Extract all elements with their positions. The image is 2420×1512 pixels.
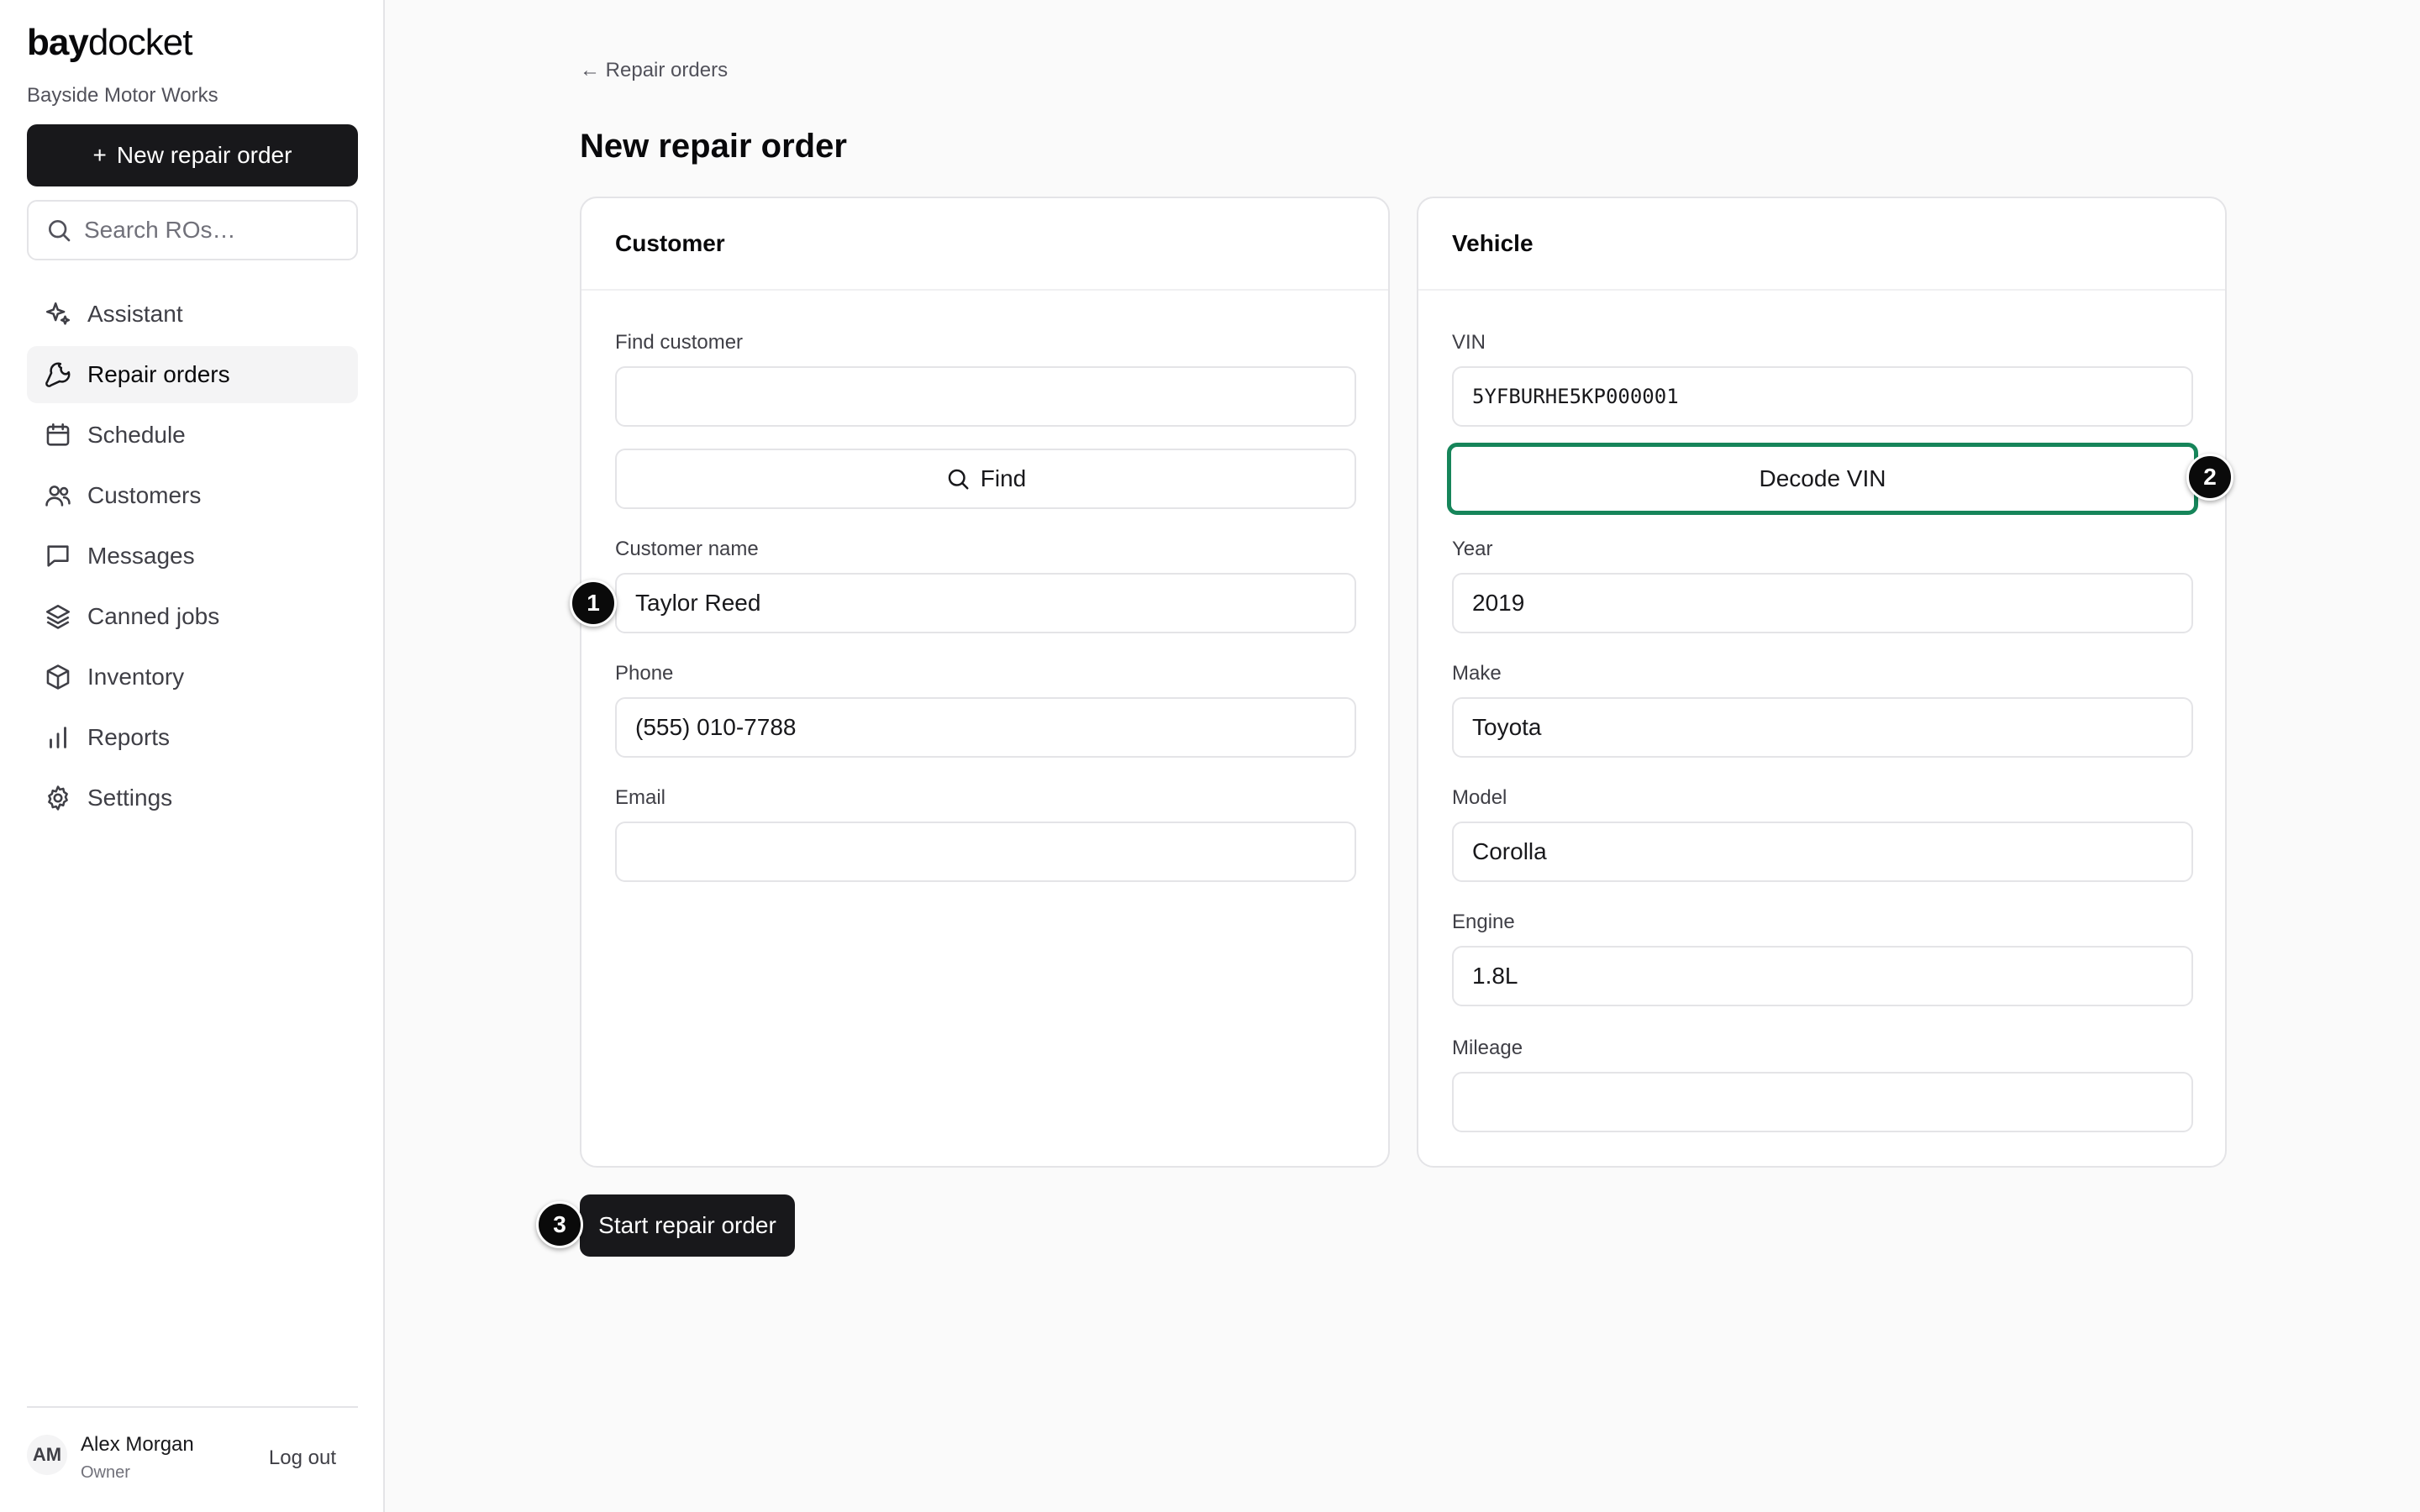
sidebar-item-label: Inventory: [87, 664, 185, 690]
make-input[interactable]: [1452, 697, 2193, 758]
user-area: AM Alex Morgan Owner Log out: [27, 1406, 358, 1490]
sidebar-nav: Assistant Repair orders Schedule Custome…: [27, 286, 358, 830]
search-input[interactable]: [84, 217, 353, 244]
search-icon: [49, 220, 71, 242]
model-label: Model: [1452, 786, 1507, 809]
mileage-label: Mileage: [1452, 1037, 1523, 1059]
sidebar-item-messages[interactable]: Messages: [27, 528, 358, 585]
bar-chart-icon: [50, 727, 66, 748]
layers-icon: [45, 604, 71, 629]
mileage-input[interactable]: [1452, 1072, 2193, 1132]
vin-label: VIN: [1452, 331, 1486, 354]
search-box[interactable]: [27, 200, 358, 260]
back-to-repair-orders-link[interactable]: ← Repair orders: [580, 59, 728, 82]
year-label: Year: [1452, 538, 1493, 560]
sidebar-item-repair-orders[interactable]: Repair orders: [27, 346, 358, 403]
new-repair-order-button[interactable]: + New repair order: [27, 124, 358, 186]
customer-card-title: Customer: [581, 198, 1388, 291]
sidebar-item-label: Assistant: [87, 301, 183, 327]
engine-label: Engine: [1452, 911, 1515, 933]
user-role: Owner: [81, 1463, 130, 1482]
start-repair-order-button[interactable]: Start repair order: [580, 1194, 795, 1257]
plus-icon: +: [92, 142, 107, 168]
model-input[interactable]: [1452, 822, 2193, 882]
sidebar-item-inventory[interactable]: Inventory: [27, 648, 358, 706]
sidebar: baydocket Bayside Motor Works + New repa…: [0, 0, 385, 1512]
message-icon: [47, 545, 69, 567]
customer-card: Customer Find customer Find Customer nam…: [580, 197, 1390, 1168]
brand-logo[interactable]: baydocket: [27, 22, 192, 64]
search-icon: [948, 469, 969, 490]
sidebar-item-label: Messages: [87, 543, 195, 569]
sidebar-item-canned-jobs[interactable]: Canned jobs: [27, 588, 358, 645]
step-marker-1: 1: [570, 580, 617, 627]
vehicle-card: Vehicle VIN Decode VIN Year Make Model E…: [1417, 197, 2227, 1168]
new-repair-order-label: New repair order: [116, 142, 292, 168]
customer-name-label: Customer name: [615, 538, 759, 560]
avatar: AM: [27, 1435, 67, 1475]
wrench-icon: [45, 362, 71, 387]
sidebar-item-customers[interactable]: Customers: [27, 467, 358, 524]
sidebar-item-reports[interactable]: Reports: [27, 709, 358, 766]
step-marker-2: 2: [2186, 454, 2233, 501]
sidebar-item-schedule[interactable]: Schedule: [27, 407, 358, 464]
phone-label: Phone: [615, 662, 674, 685]
shop-name: Bayside Motor Works: [27, 84, 218, 107]
engine-input[interactable]: [1452, 946, 2193, 1006]
logout-button[interactable]: Log out: [269, 1446, 336, 1470]
brand-light: docket: [87, 22, 193, 63]
email-label: Email: [615, 786, 666, 809]
phone-input[interactable]: [615, 697, 1356, 758]
find-customer-button[interactable]: Find: [615, 449, 1356, 509]
decode-vin-label: Decode VIN: [1759, 465, 1886, 491]
find-customer-label: Find customer: [615, 331, 744, 354]
users-icon: [45, 486, 71, 507]
brand-bold: bay: [27, 22, 89, 63]
sparkles-icon: [45, 302, 71, 325]
sidebar-item-label: Reports: [87, 724, 171, 750]
decode-vin-button[interactable]: Decode VIN: [1447, 443, 2198, 515]
make-label: Make: [1452, 662, 1502, 685]
vin-input[interactable]: [1452, 366, 2193, 427]
sidebar-item-label: Repair orders: [87, 361, 230, 387]
vehicle-card-title: Vehicle: [1418, 198, 2225, 291]
calendar-icon: [46, 423, 70, 446]
find-customer-input[interactable]: [615, 366, 1356, 427]
sidebar-item-label: Settings: [87, 785, 173, 811]
find-button-label: Find: [980, 465, 1027, 491]
sidebar-item-assistant[interactable]: Assistant: [27, 286, 358, 343]
year-input[interactable]: [1452, 573, 2193, 633]
sidebar-item-label: Customers: [87, 482, 202, 508]
sidebar-item-settings[interactable]: Settings: [27, 769, 358, 827]
step-marker-3: 3: [536, 1201, 583, 1248]
user-name: Alex Morgan: [81, 1433, 194, 1456]
box-icon: [46, 664, 70, 690]
customer-name-input[interactable]: [615, 573, 1356, 633]
email-input[interactable]: [615, 822, 1356, 882]
gear-icon: [48, 785, 68, 811]
sidebar-item-label: Schedule: [87, 422, 186, 448]
sidebar-item-label: Canned jobs: [87, 603, 220, 629]
page-title: New repair order: [580, 128, 847, 165]
